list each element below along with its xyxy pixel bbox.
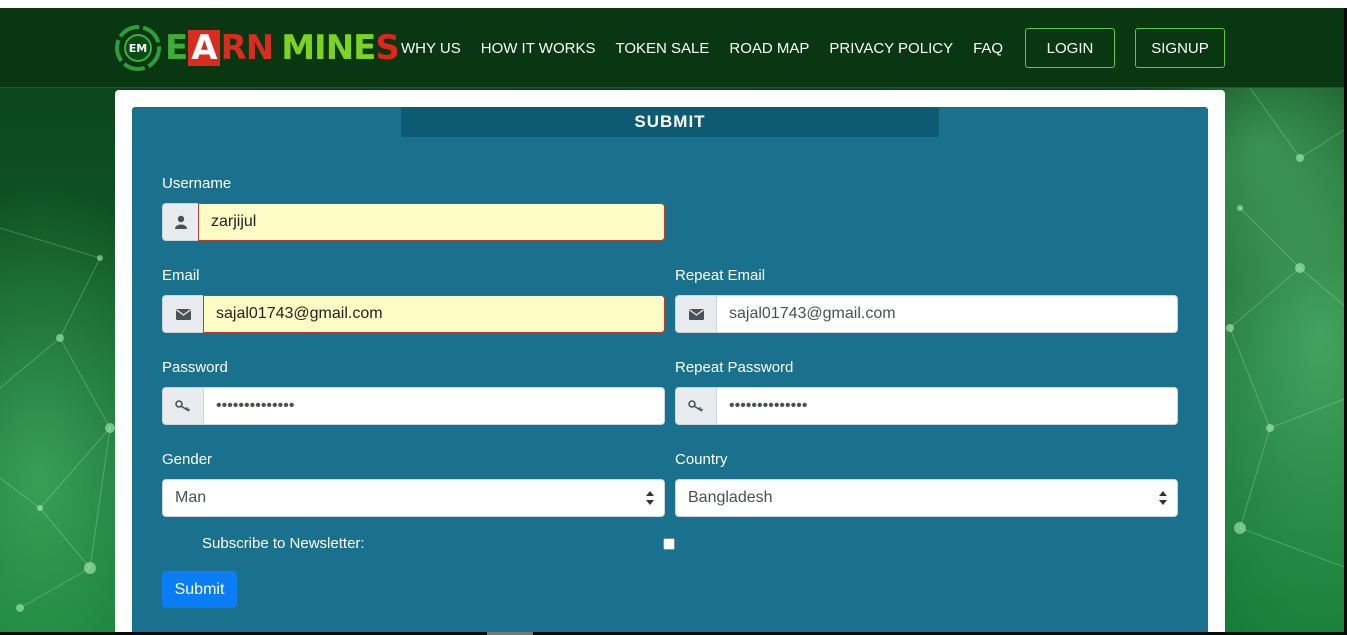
key-icon (675, 387, 716, 425)
country-select[interactable]: Bangladesh (675, 479, 1178, 517)
gender-select[interactable]: Man (162, 479, 665, 517)
brand-word-mine: MINE (281, 28, 376, 68)
email-input[interactable] (203, 295, 665, 333)
username-label: Username (162, 175, 232, 192)
username-input[interactable] (198, 203, 665, 241)
nav-faq[interactable]: FAQ (973, 40, 1003, 57)
key-icon (162, 387, 203, 425)
newsletter-label: Subscribe to Newsletter: (202, 535, 365, 552)
repeat-password-label: Repeat Password (675, 359, 794, 376)
envelope-icon (675, 295, 716, 333)
brand-letter-a: A (188, 30, 220, 66)
repeat-email-label: Repeat Email (675, 267, 766, 284)
repeat-password-input[interactable] (716, 387, 1178, 425)
brand-name: E A RN MINE S (165, 28, 400, 68)
brand-logo[interactable]: EM E A RN MINE S (113, 22, 400, 74)
select-arrows-icon (1159, 491, 1167, 505)
nav-token-sale[interactable]: TOKEN SALE (615, 40, 709, 57)
top-navbar: EM E A RN MINE S WHY US HOW IT WORKS TOK… (0, 8, 1344, 88)
form-title: SUBMIT (401, 107, 939, 137)
signup-button[interactable]: SIGNUP (1135, 28, 1225, 68)
submit-button[interactable]: Submit (162, 571, 237, 608)
envelope-icon (162, 295, 203, 333)
signup-form: SUBMIT Username Email Repeat Email Passw (132, 107, 1208, 635)
repeat-email-group (675, 295, 1178, 333)
gender-selected-value: Man (175, 489, 207, 506)
gender-label: Gender (162, 451, 213, 468)
brand-letter-e: E (165, 28, 188, 68)
main-menu: WHY US HOW IT WORKS TOKEN SALE ROAD MAP … (401, 8, 1023, 88)
email-group (162, 295, 665, 333)
password-label: Password (162, 359, 228, 376)
nav-why-us[interactable]: WHY US (401, 40, 461, 57)
select-arrows-icon (646, 491, 654, 505)
username-group (162, 203, 665, 241)
user-icon (162, 203, 198, 241)
password-group (162, 387, 665, 425)
country-selected-value: Bangladesh (688, 489, 773, 506)
brand-letters-rn: RN (220, 28, 275, 68)
brand-mark-icon: EM (115, 25, 161, 71)
repeat-email-input[interactable] (716, 295, 1178, 333)
login-button[interactable]: LOGIN (1025, 28, 1115, 68)
brand-mark-text: EM (129, 42, 147, 55)
nav-road-map[interactable]: ROAD MAP (729, 40, 809, 57)
nav-how-it-works[interactable]: HOW IT WORKS (481, 40, 596, 57)
brand-letter-s: S (375, 28, 399, 68)
password-input[interactable] (203, 387, 665, 425)
country-label: Country (675, 451, 728, 468)
nav-privacy-policy[interactable]: PRIVACY POLICY (829, 40, 953, 57)
newsletter-checkbox[interactable] (663, 538, 675, 550)
form-card: SUBMIT Username Email Repeat Email Passw (115, 90, 1225, 635)
top-strip (0, 0, 1347, 8)
repeat-password-group (675, 387, 1178, 425)
email-label: Email (162, 267, 200, 284)
